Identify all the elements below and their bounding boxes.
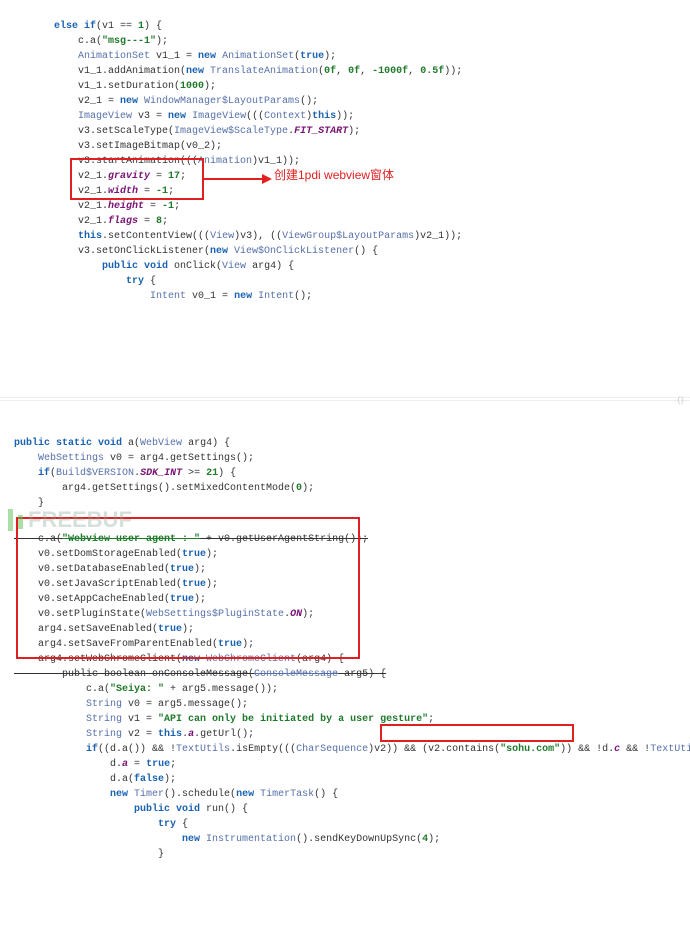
code-block-mid: public static void a(WebView arg4) { Web… [0,421,690,511]
watermark: FREEBUF [8,503,132,536]
divider: ⟨⟩ [0,397,690,401]
code-block-bottom: c.a("Webview user agent : " + v0.getUser… [0,517,690,937]
code-block-top: else if(v1 == 1) { c.a("msg---1"); Anima… [0,0,690,394]
scroll-hint-icon: ⟨⟩ [677,395,684,409]
highlight-box-sohu [380,724,574,742]
arrow-icon [200,170,272,188]
annotation-text: 创建1pdi webview窗体 [274,166,394,184]
